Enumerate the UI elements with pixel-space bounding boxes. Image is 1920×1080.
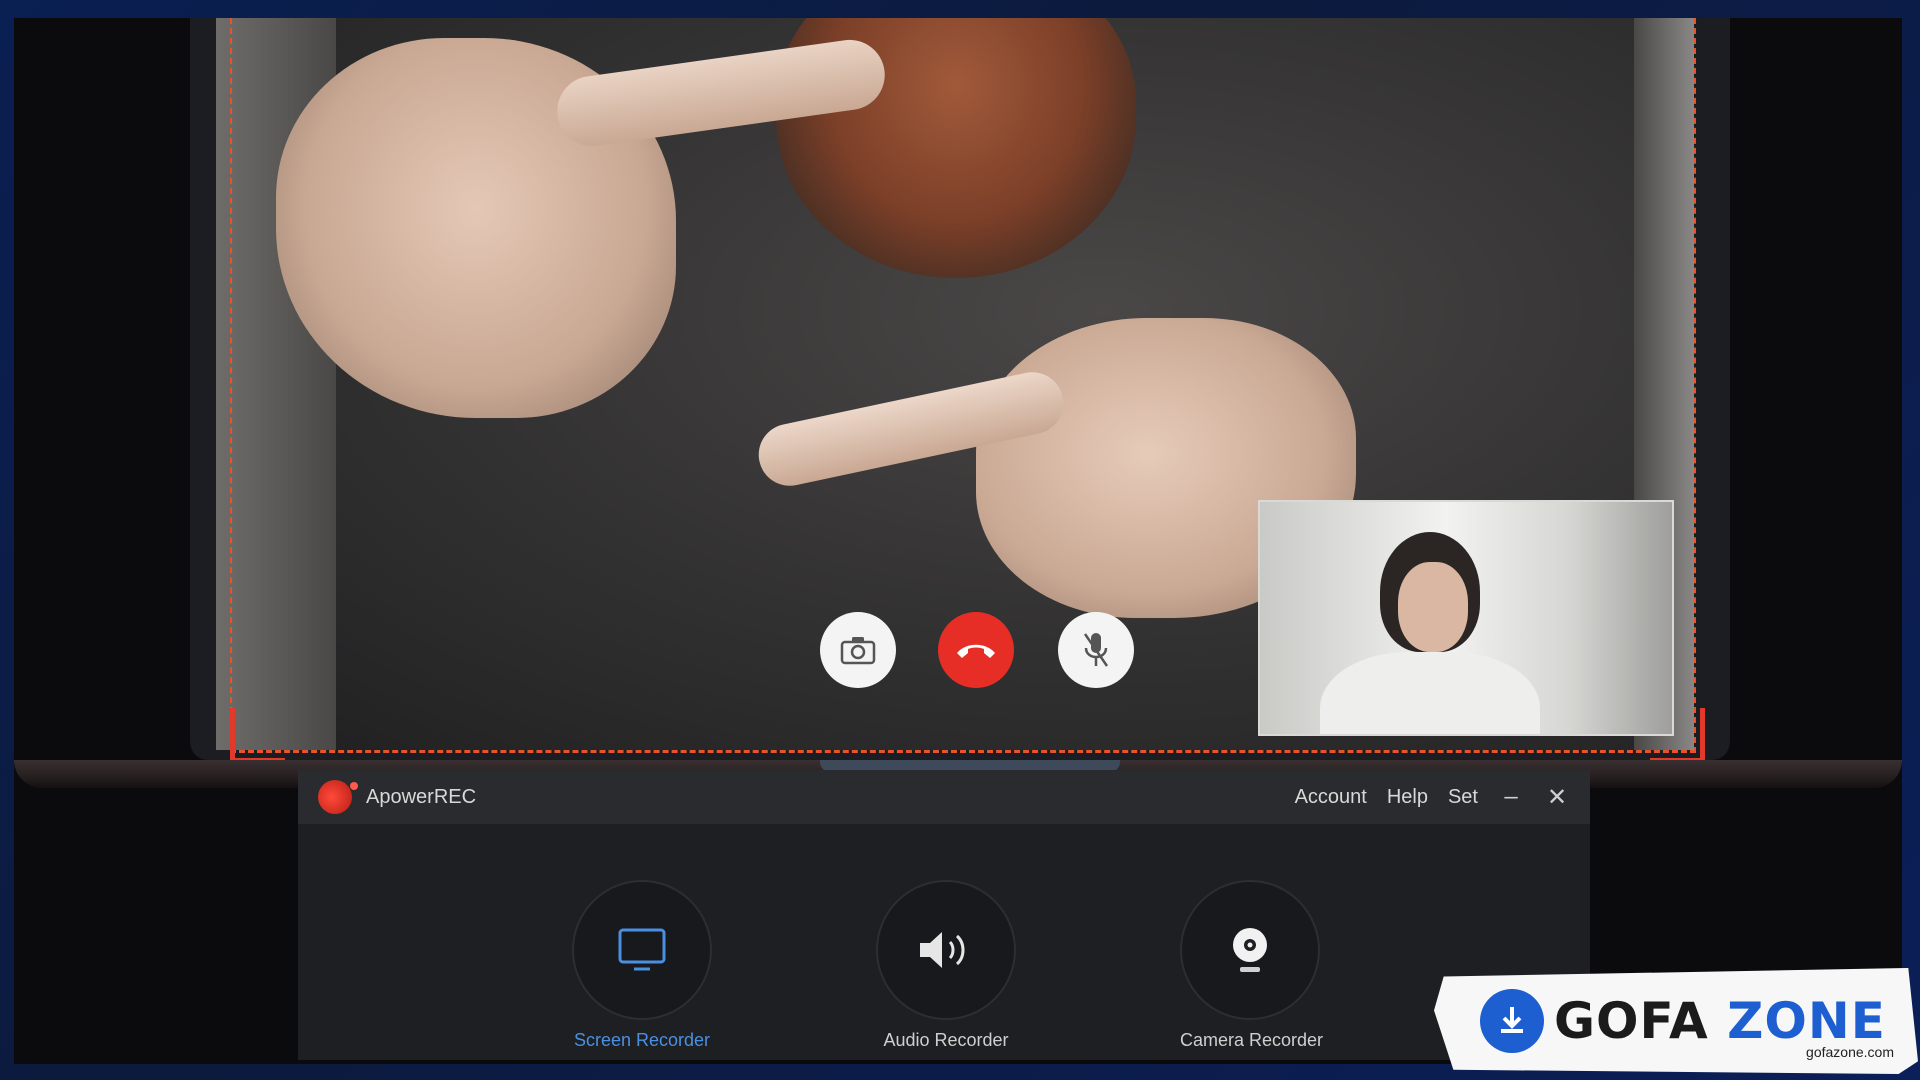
hang-up-icon [957,644,995,658]
camera-recorder-mode[interactable]: Camera Recorder [1180,880,1324,1051]
screen-recorder-mode[interactable]: Screen Recorder [572,880,712,1051]
title-bar[interactable]: ApowerREC Account Help Set – ✕ [298,770,1590,824]
self-view-thumbnail[interactable] [1258,500,1674,736]
apowerrec-logo-icon [318,780,358,814]
title-menu: Account Help Set – ✕ [1295,783,1570,812]
mute-mic-button[interactable] [1058,612,1134,688]
mute-mic-icon [1083,633,1109,667]
screen-recorder-label: Screen Recorder [573,1030,711,1050]
camera-button[interactable] [820,612,896,688]
help-menu[interactable]: Help [1387,786,1428,809]
monitor-icon [618,928,666,971]
set-menu[interactable]: Set [1448,786,1478,809]
camera-icon [840,637,876,665]
app-title: ApowerREC [366,785,477,808]
watermark-domain: gofazone.com [1806,1044,1894,1060]
hang-up-button[interactable] [938,612,1014,688]
speaker-icon [920,932,965,968]
audio-recorder-mode[interactable]: Audio Recorder [876,880,1016,1051]
webcam-icon [1233,928,1267,972]
close-button[interactable]: ✕ [1544,783,1570,812]
apowerrec-window: ApowerREC Account Help Set – ✕ Screen Re… [298,770,1590,1060]
account-menu[interactable]: Account [1295,786,1367,809]
gofazone-watermark: GOFA ZONE gofazone.com [1434,968,1918,1074]
audio-recorder-label: Audio Recorder [883,1030,1009,1050]
minimize-button[interactable]: – [1498,783,1524,811]
watermark-brand: GOFA ZONE [1554,992,1886,1050]
recording-region-corner-handle[interactable] [230,708,285,763]
download-icon [1480,989,1544,1053]
camera-recorder-label: Camera Recorder [1180,1030,1324,1050]
